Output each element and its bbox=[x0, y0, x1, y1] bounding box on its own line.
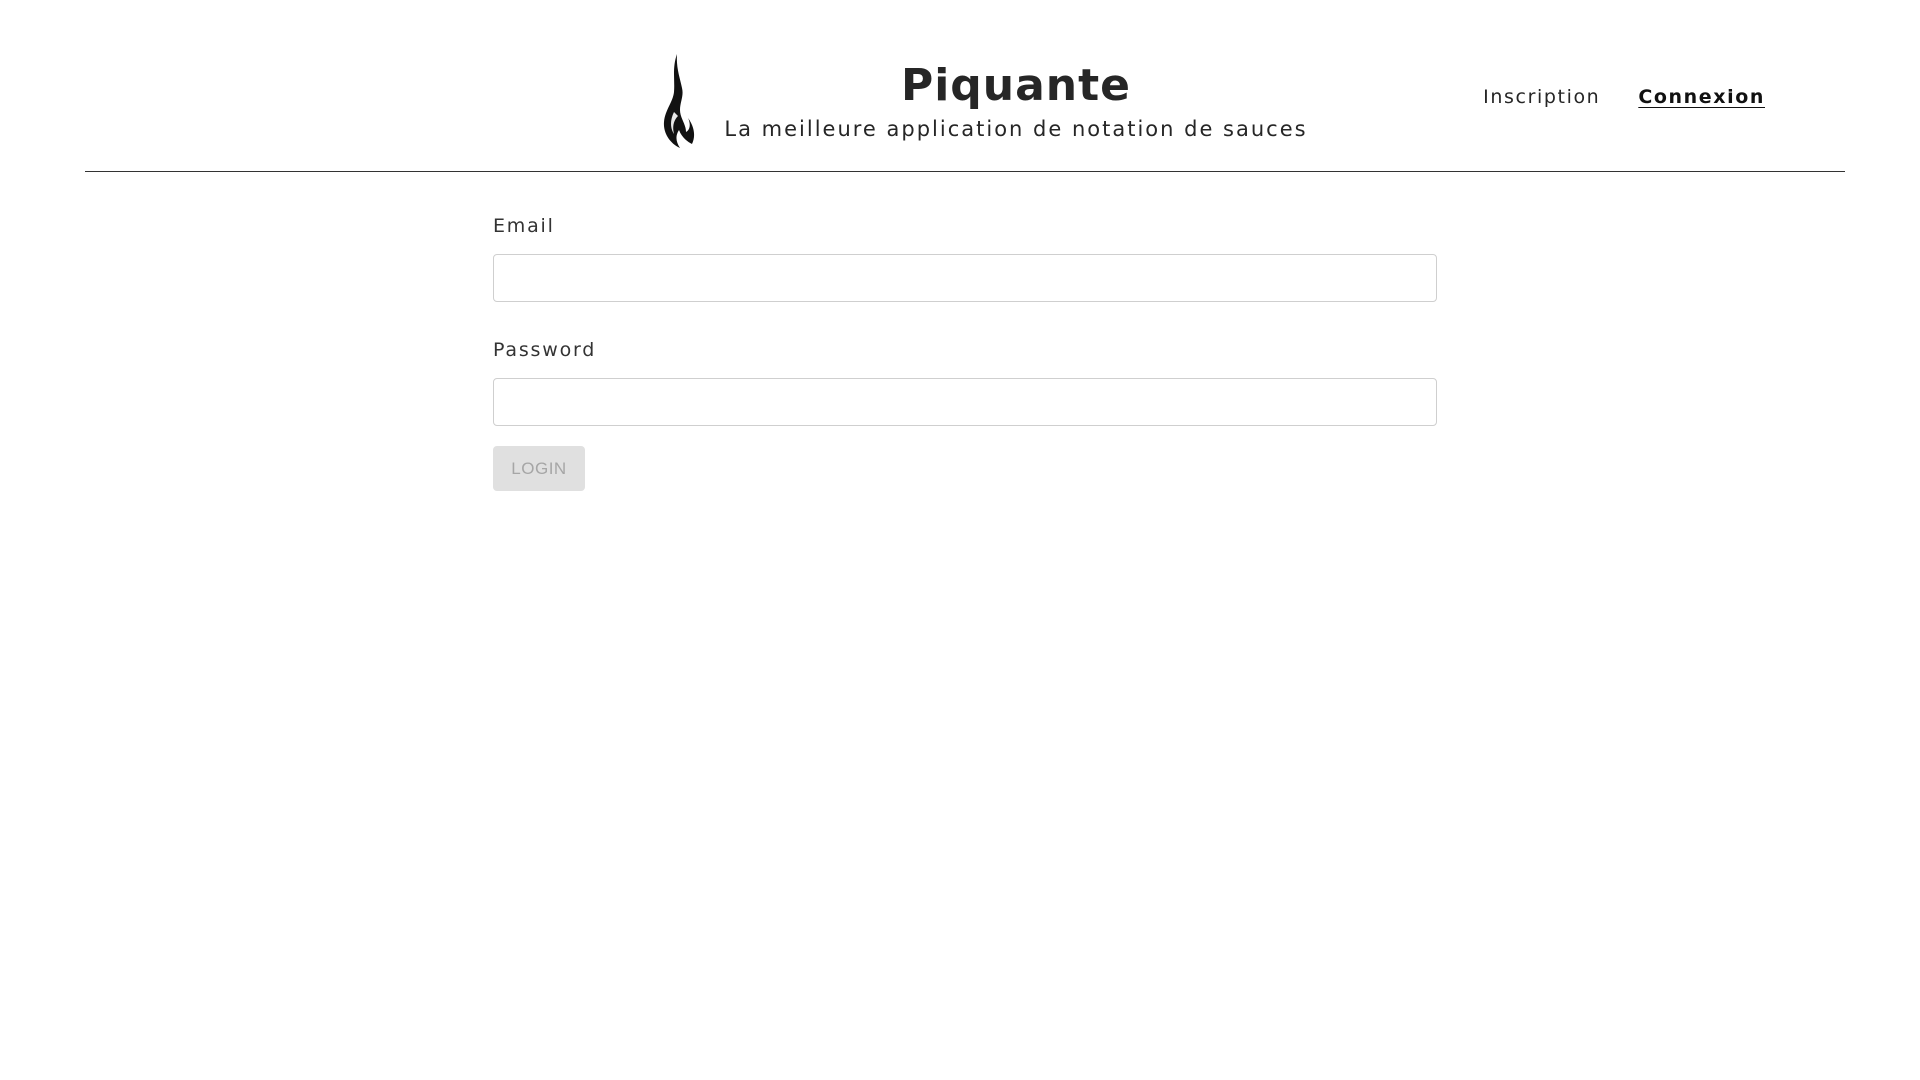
password-field-group: Password bbox=[493, 336, 1437, 426]
email-field-group: Email bbox=[493, 212, 1437, 302]
app-header: Piquante La meilleure application de not… bbox=[85, 0, 1845, 172]
email-label: Email bbox=[493, 215, 555, 237]
login-button[interactable]: LOGIN bbox=[493, 446, 585, 491]
email-input[interactable] bbox=[493, 254, 1437, 302]
app-title: Piquante bbox=[900, 60, 1132, 111]
app-subtitle: La meilleure application de notation de … bbox=[724, 117, 1308, 141]
brand: Piquante La meilleure application de not… bbox=[660, 52, 1380, 152]
nav-link-inscription[interactable]: Inscription bbox=[1483, 86, 1600, 108]
page: Piquante La meilleure application de not… bbox=[0, 0, 1920, 1080]
brand-text: Piquante La meilleure application de not… bbox=[706, 52, 1326, 144]
password-label: Password bbox=[493, 339, 597, 361]
flame-icon bbox=[660, 54, 696, 148]
main-nav: Inscription Connexion bbox=[1483, 86, 1765, 108]
nav-link-connexion[interactable]: Connexion bbox=[1638, 86, 1765, 108]
password-input[interactable] bbox=[493, 378, 1437, 426]
login-form: Email Password LOGIN bbox=[493, 212, 1437, 491]
